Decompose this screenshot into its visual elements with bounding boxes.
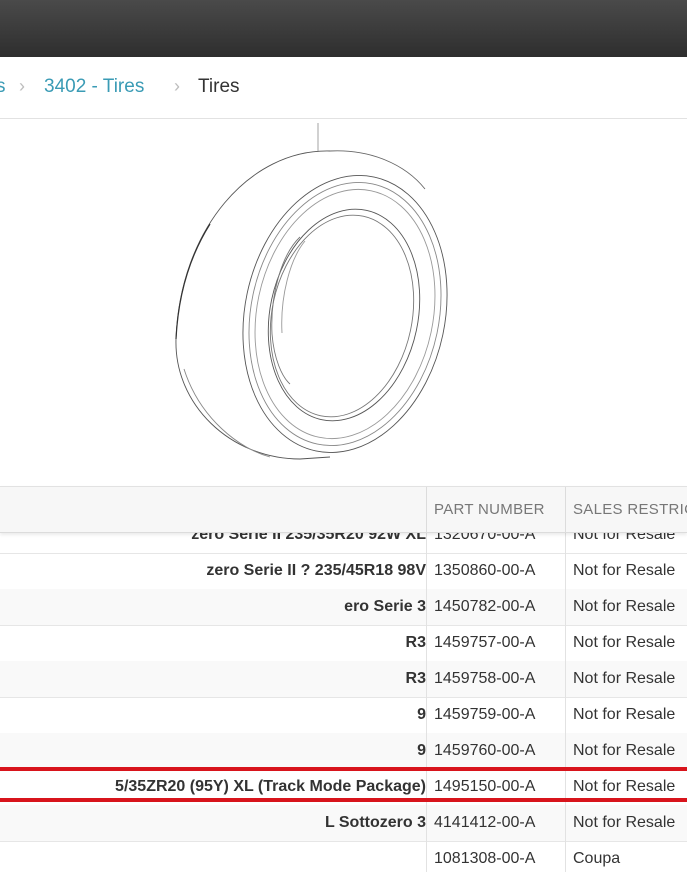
breadcrumb: s › 3402 - Tires › Tires <box>0 57 687 119</box>
sales-restriction-cell: Not for Resale <box>573 670 676 687</box>
top-nav-bar <box>0 0 687 57</box>
part-number-cell: 1350860-00-A <box>434 562 536 579</box>
column-divider <box>565 517 566 872</box>
parts-table-body: zero Serie II 235/35R20 92W XL 1320670-0… <box>0 517 687 872</box>
parts-diagram <box>0 119 687 486</box>
table-row[interactable]: 9 1459759-00-A Not for Resale <box>0 697 687 734</box>
table-row[interactable]: ero Serie 3 1450782-00-A Not for Resale <box>0 589 687 626</box>
highlight-line-top <box>0 767 687 771</box>
chevron-right-icon: › <box>174 76 180 96</box>
description-cell <box>0 841 426 872</box>
part-number-cell: 1459760-00-A <box>434 742 536 759</box>
part-number-cell: 1450782-00-A <box>434 598 536 615</box>
column-divider <box>426 517 427 872</box>
table-row[interactable]: 9 1459760-00-A Not for Resale <box>0 733 687 770</box>
table-header: PART NUMBER SALES RESTRIC <box>0 486 687 533</box>
sales-restriction-cell: Not for Resale <box>573 742 676 759</box>
description-cell: R3 <box>405 670 426 687</box>
table-row[interactable]: L Sottozero 3 4141412-00-A Not for Resal… <box>0 805 687 842</box>
column-divider <box>426 487 427 532</box>
highlight-line-bottom <box>0 798 687 802</box>
part-number-cell: 1459758-00-A <box>434 670 536 687</box>
part-number-cell: 1459757-00-A <box>434 634 536 651</box>
column-header-sales-restriction[interactable]: SALES RESTRIC <box>573 487 687 532</box>
description-cell: 9 <box>417 706 426 723</box>
description-cell: 9 <box>417 742 426 759</box>
sales-restriction-cell: Not for Resale <box>573 598 676 615</box>
sales-restriction-cell: Not for Resale <box>573 706 676 723</box>
table-row[interactable]: R3 1459757-00-A Not for Resale <box>0 625 687 662</box>
part-number-cell: 1081308-00-A <box>434 850 536 867</box>
table-row[interactable]: 1081308-00-A Coupa <box>0 841 687 872</box>
sales-restriction-cell: Not for Resale <box>573 814 676 831</box>
part-number-cell: 1459759-00-A <box>434 706 536 723</box>
description-cell: zero Serie II ? 235/45R18 98V <box>206 562 426 579</box>
breadcrumb-current: Tires <box>198 76 240 97</box>
breadcrumb-link-category[interactable]: 3402 - Tires <box>44 76 144 98</box>
sales-restriction-cell: Coupa <box>573 850 621 867</box>
description-cell: L Sottozero 3 <box>324 814 426 831</box>
column-divider <box>565 487 566 532</box>
table-row[interactable]: zero Serie II ? 235/45R18 98V 1350860-00… <box>0 553 687 590</box>
sales-restriction-cell: Not for Resale <box>573 634 676 651</box>
sales-restriction-cell: Not for Resale <box>573 562 676 579</box>
table-row[interactable]: R3 1459758-00-A Not for Resale <box>0 661 687 698</box>
breadcrumb-link-previous[interactable]: s <box>0 76 6 98</box>
column-header-part-number[interactable]: PART NUMBER <box>434 487 560 532</box>
description-cell: R3 <box>405 634 426 651</box>
chevron-right-icon: › <box>19 76 25 96</box>
part-number-cell: 4141412-00-A <box>434 814 536 831</box>
tire-diagram-image <box>175 123 448 460</box>
description-cell: ero Serie 3 <box>344 598 426 615</box>
